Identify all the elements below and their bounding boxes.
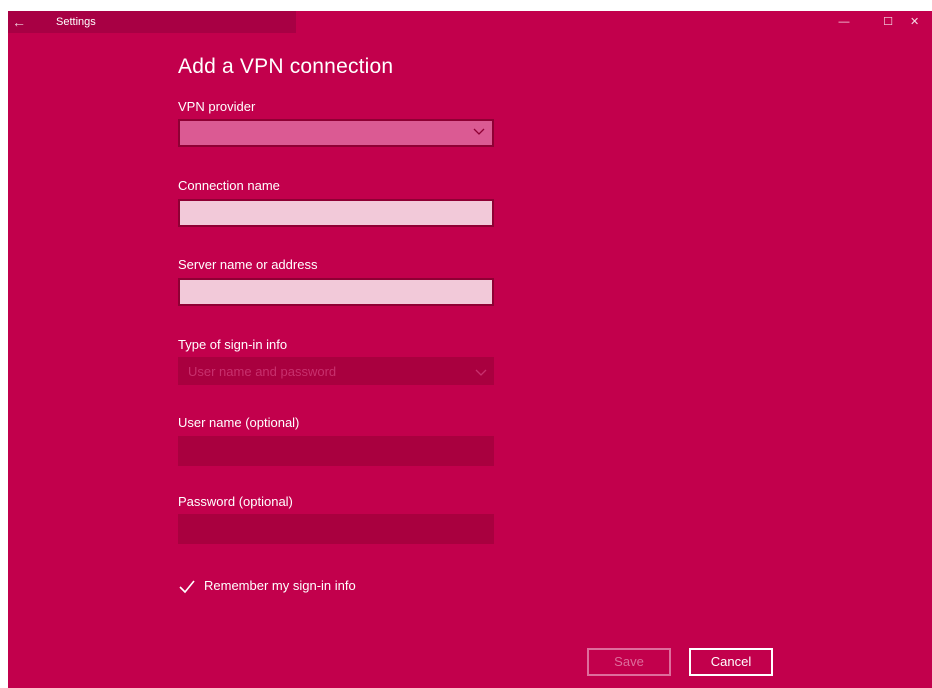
remember-signin-label: Remember my sign-in info xyxy=(204,578,356,593)
signin-type-dropdown[interactable]: User name and password xyxy=(178,357,494,385)
signin-type-value: User name and password xyxy=(188,364,337,379)
settings-window: ← Settings — ☐ ✕ Add a VPN connection VP… xyxy=(8,11,932,688)
window-title: Settings xyxy=(56,16,96,28)
username-input[interactable] xyxy=(178,436,494,466)
minimize-icon[interactable]: — xyxy=(822,11,866,33)
cancel-button[interactable]: Cancel xyxy=(689,648,773,676)
vpn-provider-label: VPN provider xyxy=(178,99,256,114)
password-input[interactable] xyxy=(178,514,494,544)
checkmark-icon[interactable] xyxy=(178,578,196,596)
title-bar-left-pane xyxy=(8,11,296,33)
chevron-down-icon xyxy=(473,128,485,135)
close-icon[interactable]: ✕ xyxy=(910,11,932,33)
signin-type-label: Type of sign-in info xyxy=(178,337,288,352)
maximize-icon[interactable]: ☐ xyxy=(866,11,910,33)
connection-name-label: Connection name xyxy=(178,178,280,193)
chevron-down-icon xyxy=(475,369,487,376)
server-address-input[interactable] xyxy=(178,278,494,306)
password-label: Password (optional) xyxy=(178,494,293,509)
server-address-label: Server name or address xyxy=(178,257,318,272)
page-title: Add a VPN connection xyxy=(178,55,394,78)
vpn-provider-dropdown[interactable] xyxy=(178,119,494,147)
save-button[interactable]: Save xyxy=(587,648,671,676)
connection-name-input[interactable] xyxy=(178,199,494,227)
username-label: User name (optional) xyxy=(178,415,300,430)
title-bar: ← Settings — ☐ ✕ xyxy=(8,11,932,33)
back-arrow-icon[interactable]: ← xyxy=(8,11,30,33)
